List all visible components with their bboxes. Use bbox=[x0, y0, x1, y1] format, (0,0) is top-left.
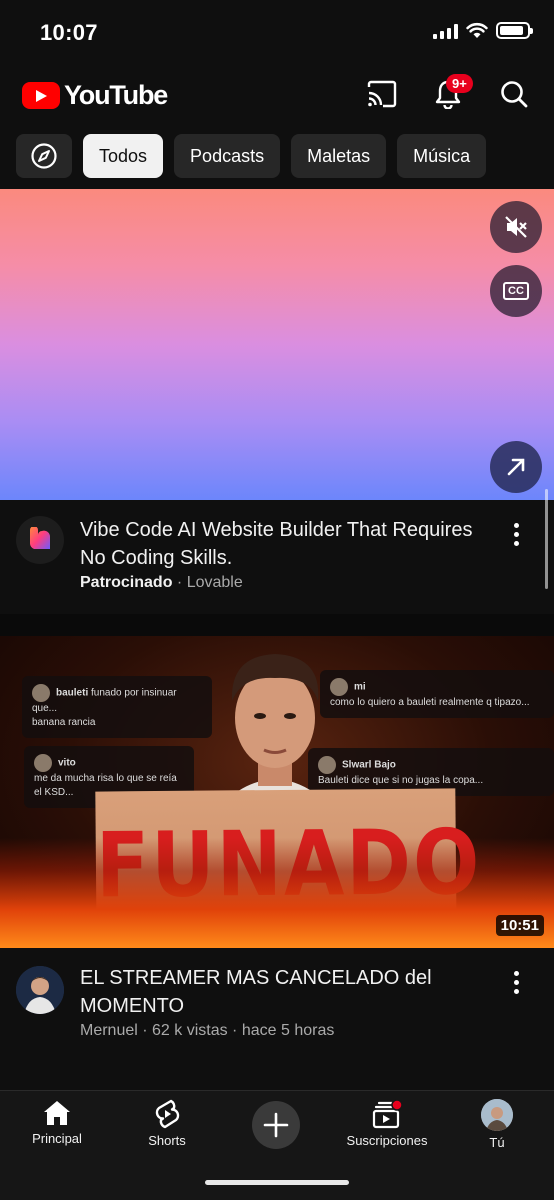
video-info[interactable]: EL STREAMER MAS CANCELADO del MOMENTO Me… bbox=[0, 962, 554, 1062]
feed-divider bbox=[0, 614, 554, 636]
ad-video-player[interactable]: CC bbox=[0, 189, 554, 589]
filter-chips: Todos Podcasts Maletas Música bbox=[16, 134, 487, 178]
youtube-play-icon bbox=[22, 82, 60, 109]
status-bar: 10:07 bbox=[0, 0, 554, 66]
chip-todos[interactable]: Todos bbox=[83, 134, 164, 178]
nav-home[interactable]: Principal bbox=[2, 1099, 112, 1146]
user-avatar bbox=[481, 1099, 513, 1131]
app-name: YouTube bbox=[64, 80, 168, 110]
youtube-logo[interactable]: YouTube bbox=[22, 80, 168, 111]
nav-shorts[interactable]: Shorts bbox=[112, 1099, 222, 1148]
thumbnail-flames bbox=[0, 838, 554, 948]
nav-you-label: Tú bbox=[489, 1135, 505, 1150]
ad-title[interactable]: Vibe Code AI Website Builder That Requir… bbox=[80, 516, 490, 572]
nav-subscriptions-label: Suscripciones bbox=[346, 1133, 428, 1148]
search-button[interactable] bbox=[496, 76, 532, 112]
channel-avatar[interactable] bbox=[16, 966, 64, 1014]
open-ad-button[interactable] bbox=[490, 441, 542, 493]
video-duration: 10:51 bbox=[495, 915, 544, 936]
status-icons bbox=[433, 22, 533, 39]
sponsored-label: Patrocinado bbox=[80, 574, 173, 591]
plus-icon bbox=[263, 1112, 289, 1138]
nav-you[interactable]: Tú bbox=[442, 1099, 552, 1150]
compass-icon bbox=[31, 143, 57, 169]
channel-avatar-image bbox=[16, 966, 64, 1014]
lovable-heart-icon bbox=[29, 527, 51, 549]
subscriptions-icon bbox=[372, 1099, 403, 1129]
captions-label: CC bbox=[503, 282, 529, 300]
meta-separator: · bbox=[176, 574, 183, 591]
ad-meta: Patrocinado · Lovable bbox=[80, 574, 243, 592]
home-icon bbox=[44, 1101, 70, 1125]
header-actions: 9+ bbox=[364, 74, 532, 112]
cast-button[interactable] bbox=[364, 76, 400, 112]
home-indicator bbox=[205, 1180, 349, 1185]
speaker-muted-icon bbox=[505, 216, 527, 238]
thumbnail-tweet: mi como lo quiero a bauleti realmente q t… bbox=[320, 670, 554, 718]
notifications-badge: 9+ bbox=[446, 74, 473, 93]
advertiser-avatar[interactable] bbox=[16, 516, 64, 564]
nav-shorts-label: Shorts bbox=[148, 1133, 186, 1148]
cast-icon bbox=[367, 80, 397, 108]
chip-musica[interactable]: Música bbox=[397, 134, 487, 178]
video-meta: Mernuel · 62 k vistas · hace 5 horas bbox=[80, 1022, 335, 1039]
create-button[interactable] bbox=[252, 1101, 300, 1149]
advertiser-name: Lovable bbox=[186, 574, 243, 591]
video-more-button[interactable] bbox=[504, 966, 528, 998]
arrow-up-right-icon bbox=[507, 458, 525, 476]
video-title[interactable]: EL STREAMER MAS CANCELADO del MOMENTO bbox=[80, 964, 490, 1020]
captions-button[interactable]: CC bbox=[490, 265, 542, 317]
shorts-icon bbox=[155, 1099, 180, 1129]
wifi-icon bbox=[466, 22, 488, 38]
status-time: 10:07 bbox=[40, 20, 98, 45]
app-header: YouTube 9+ bbox=[0, 66, 554, 126]
explore-button[interactable] bbox=[16, 134, 72, 178]
cellular-signal-icon bbox=[433, 23, 458, 39]
chip-maletas[interactable]: Maletas bbox=[291, 134, 387, 178]
thumbnail-tweet: bauleti funado por insinuar que... banana… bbox=[22, 676, 212, 738]
nav-home-label: Principal bbox=[32, 1131, 82, 1146]
nav-subscriptions[interactable]: Suscripciones bbox=[332, 1099, 442, 1148]
ad-more-button[interactable] bbox=[504, 518, 528, 550]
chip-podcasts[interactable]: Podcasts bbox=[174, 134, 281, 178]
video-thumbnail[interactable]: bauleti funado por insinuar que... banana… bbox=[0, 636, 554, 948]
search-icon bbox=[501, 81, 528, 108]
battery-icon bbox=[496, 22, 533, 39]
mute-button[interactable] bbox=[490, 201, 542, 253]
notifications-button[interactable]: 9+ bbox=[430, 74, 473, 112]
ad-info[interactable]: Vibe Code AI Website Builder That Requir… bbox=[0, 514, 554, 604]
